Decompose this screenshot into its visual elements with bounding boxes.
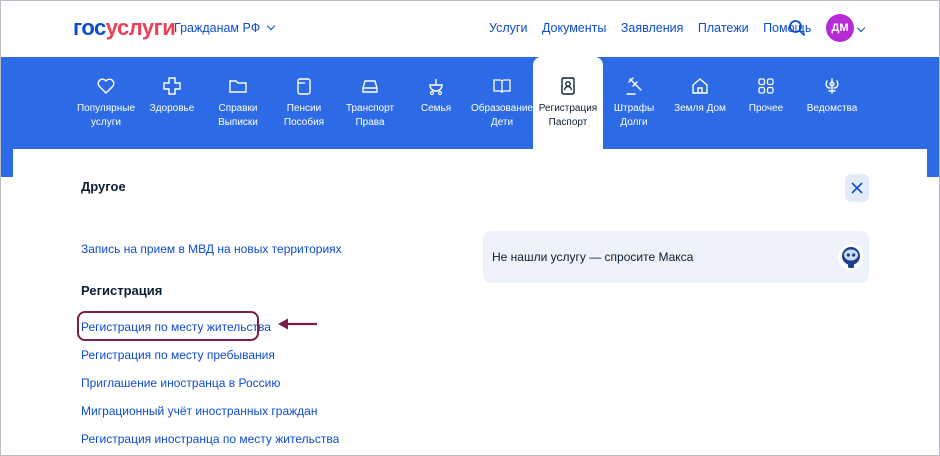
search-icon[interactable] <box>788 19 806 37</box>
category-certificates[interactable]: Справки Выписки <box>203 57 273 149</box>
pointer-arrow-icon <box>278 318 317 330</box>
folder-icon <box>229 80 247 93</box>
panel-title: Другое <box>81 179 126 194</box>
ask-max-box[interactable]: Не нашли услугу — спросите Макса <box>483 231 869 283</box>
category-registration[interactable]: Регистрация Паспорт <box>533 57 603 149</box>
link-stay-registration[interactable]: Регистрация по месту пребывания <box>81 348 275 362</box>
avatar[interactable]: ДМ <box>826 14 854 42</box>
region-selector[interactable]: Гражданам РФ <box>174 21 276 35</box>
close-icon <box>851 182 863 194</box>
stroller-icon <box>429 79 443 96</box>
nav-payments[interactable]: Платежи <box>698 21 749 35</box>
emblem-icon <box>825 78 839 94</box>
link-migration-registration[interactable]: Миграционный учёт иностранных граждан <box>81 404 317 418</box>
gosuslugi-logo[interactable]: госуслуги <box>73 15 176 41</box>
category-departments[interactable]: Ведомства <box>797 57 867 149</box>
category-pensions[interactable]: Пенсии Пособия <box>269 57 339 149</box>
category-popular[interactable]: Популярные услуги <box>71 57 141 149</box>
page-frame: госуслуги Гражданам РФ Услуги Документы … <box>0 0 940 456</box>
link-mvd-appointment[interactable]: Запись на прием в МВД на новых территори… <box>81 242 342 256</box>
account-chevron-down-icon[interactable] <box>856 21 866 39</box>
region-label: Гражданам РФ <box>174 21 261 35</box>
nav-documents[interactable]: Документы <box>542 21 606 35</box>
section-title-registration: Регистрация <box>81 283 163 298</box>
book-icon <box>493 79 511 94</box>
house-icon <box>692 78 708 94</box>
health-cross-icon <box>163 77 181 95</box>
category-land-house[interactable]: Земля Дом <box>665 57 735 149</box>
car-icon <box>362 80 378 93</box>
grid-icon <box>758 78 774 94</box>
gavel-icon <box>626 77 642 95</box>
category-fines[interactable]: Штрафы Долги <box>599 57 669 149</box>
category-education[interactable]: Образование Дети <box>467 57 537 149</box>
top-header: госуслуги Гражданам РФ Услуги Документы … <box>1 1 939 57</box>
wallet-icon <box>297 78 311 95</box>
link-foreigner-invitation[interactable]: Приглашение иностранца в Россию <box>81 376 280 390</box>
ask-max-text: Не нашли услугу — спросите Макса <box>492 250 694 264</box>
services-panel: Другое Запись на прием в МВД на новых те… <box>13 149 927 455</box>
category-health[interactable]: Здоровье <box>137 57 207 149</box>
close-button[interactable] <box>845 174 869 202</box>
top-nav: Услуги Документы Заявления Платежи Помощ… <box>489 21 822 35</box>
category-other[interactable]: Прочее <box>731 57 801 149</box>
robot-assistant-icon <box>838 244 864 270</box>
heart-icon <box>97 78 115 94</box>
link-foreigner-residence[interactable]: Регистрация иностранца по месту жительст… <box>81 432 339 446</box>
category-transport[interactable]: Транспорт Права <box>335 57 405 149</box>
chevron-down-icon <box>266 21 276 31</box>
nav-services[interactable]: Услуги <box>489 21 527 35</box>
category-family[interactable]: Семья <box>401 57 471 149</box>
passport-icon <box>561 77 575 95</box>
nav-applications[interactable]: Заявления <box>621 21 684 35</box>
link-residence-registration[interactable]: Регистрация по месту жительства <box>81 320 271 334</box>
category-nav: Популярные услуги Здоровье Справки Выпис… <box>1 57 939 149</box>
